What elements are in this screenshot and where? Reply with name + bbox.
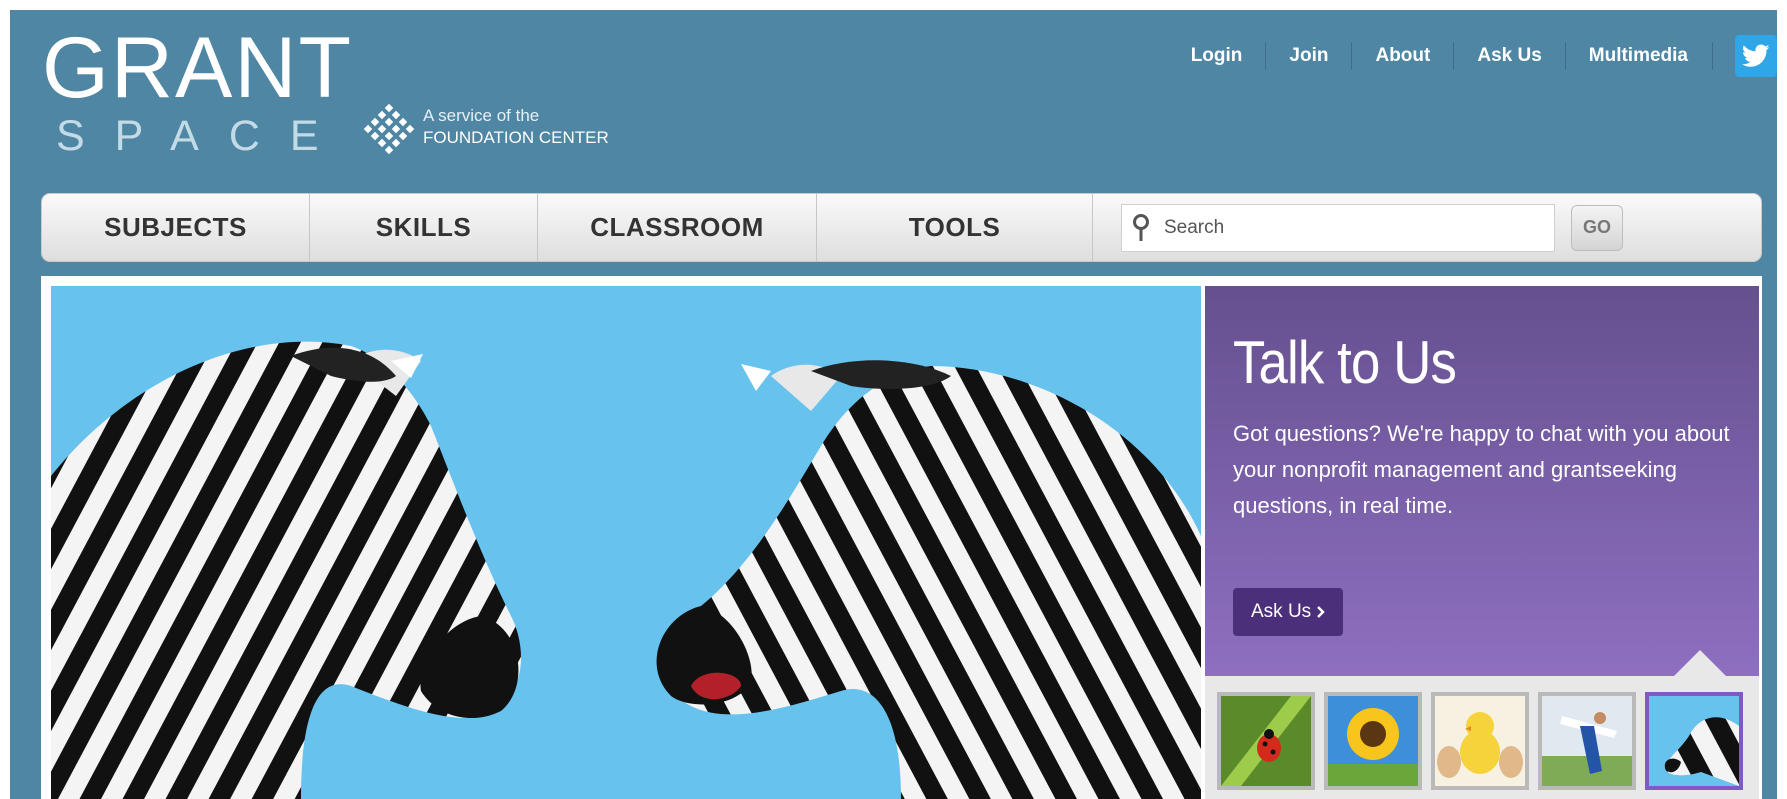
go-button[interactable]: GO [1571,204,1623,251]
active-slide-pointer [1674,650,1726,676]
thumbnail-sunflower[interactable] [1324,692,1422,790]
slide-thumbnails [1217,692,1743,790]
foundation-center-text: FOUNDATION CENTER [423,128,609,147]
nav-skills[interactable]: SKILLS [310,194,538,261]
hero-image-zebras[interactable] [51,286,1201,799]
service-of-text: A service of the [423,106,540,125]
thumbnail-chick[interactable] [1431,692,1529,790]
nav-tools[interactable]: TOOLS [817,194,1093,261]
foundation-center-logo[interactable]: A service of the FOUNDATION CENTER [363,100,623,160]
content-frame: Talk to Us Got questions? We're happy to… [41,276,1762,799]
chevron-right-icon [1317,606,1325,618]
search-pin-icon [1133,213,1149,241]
join-link[interactable]: Join [1266,42,1353,70]
ask-us-button[interactable]: Ask Us [1233,588,1344,636]
twitter-bird-icon [1742,44,1770,67]
zebra-icon [1649,696,1739,786]
nav-subjects[interactable]: SUBJECTS [42,194,310,261]
twitter-button[interactable] [1735,35,1777,77]
top-links: Login Join About Ask Us Multimedia [1168,35,1777,77]
search-box [1121,203,1555,252]
login-link[interactable]: Login [1168,42,1267,70]
search-input[interactable] [1164,216,1544,239]
page-background: GRANT SPACE A service of the FOUNDATION … [10,10,1777,799]
ladybug-icon [1221,696,1311,786]
talk-to-us-panel: Talk to Us Got questions? We're happy to… [1205,286,1759,799]
talk-title: Talk to Us [1233,329,1457,396]
nav-classroom[interactable]: CLASSROOM [538,194,817,261]
main-nav: SUBJECTS SKILLS CLASSROOM TOOLS GO [41,193,1762,262]
talk-body: Got questions? We're happy to chat with … [1233,421,1730,518]
grantspace-logo[interactable]: GRANT SPACE [42,20,353,158]
ask-us-link[interactable]: Ask Us [1454,42,1566,70]
ask-us-label: Ask Us [1251,601,1312,622]
multimedia-link[interactable]: Multimedia [1566,42,1713,70]
thumbnail-zebra[interactable] [1645,692,1743,790]
runner-icon [1542,696,1632,786]
zebra-pair-illustration [51,341,1201,799]
talk-to-us-banner: Talk to Us Got questions? We're happy to… [1205,286,1759,676]
nav-search-area: GO [1093,194,1761,261]
about-link[interactable]: About [1352,42,1455,70]
thumbnail-runner[interactable] [1538,692,1636,790]
sunflower-icon [1328,696,1418,786]
thumbnail-ladybug[interactable] [1217,692,1315,790]
logo-space-text: SPACE [56,112,349,160]
foundation-center-mark-icon [363,104,415,155]
chick-icon [1435,696,1525,786]
logo-grant-text: GRANT [42,20,353,116]
